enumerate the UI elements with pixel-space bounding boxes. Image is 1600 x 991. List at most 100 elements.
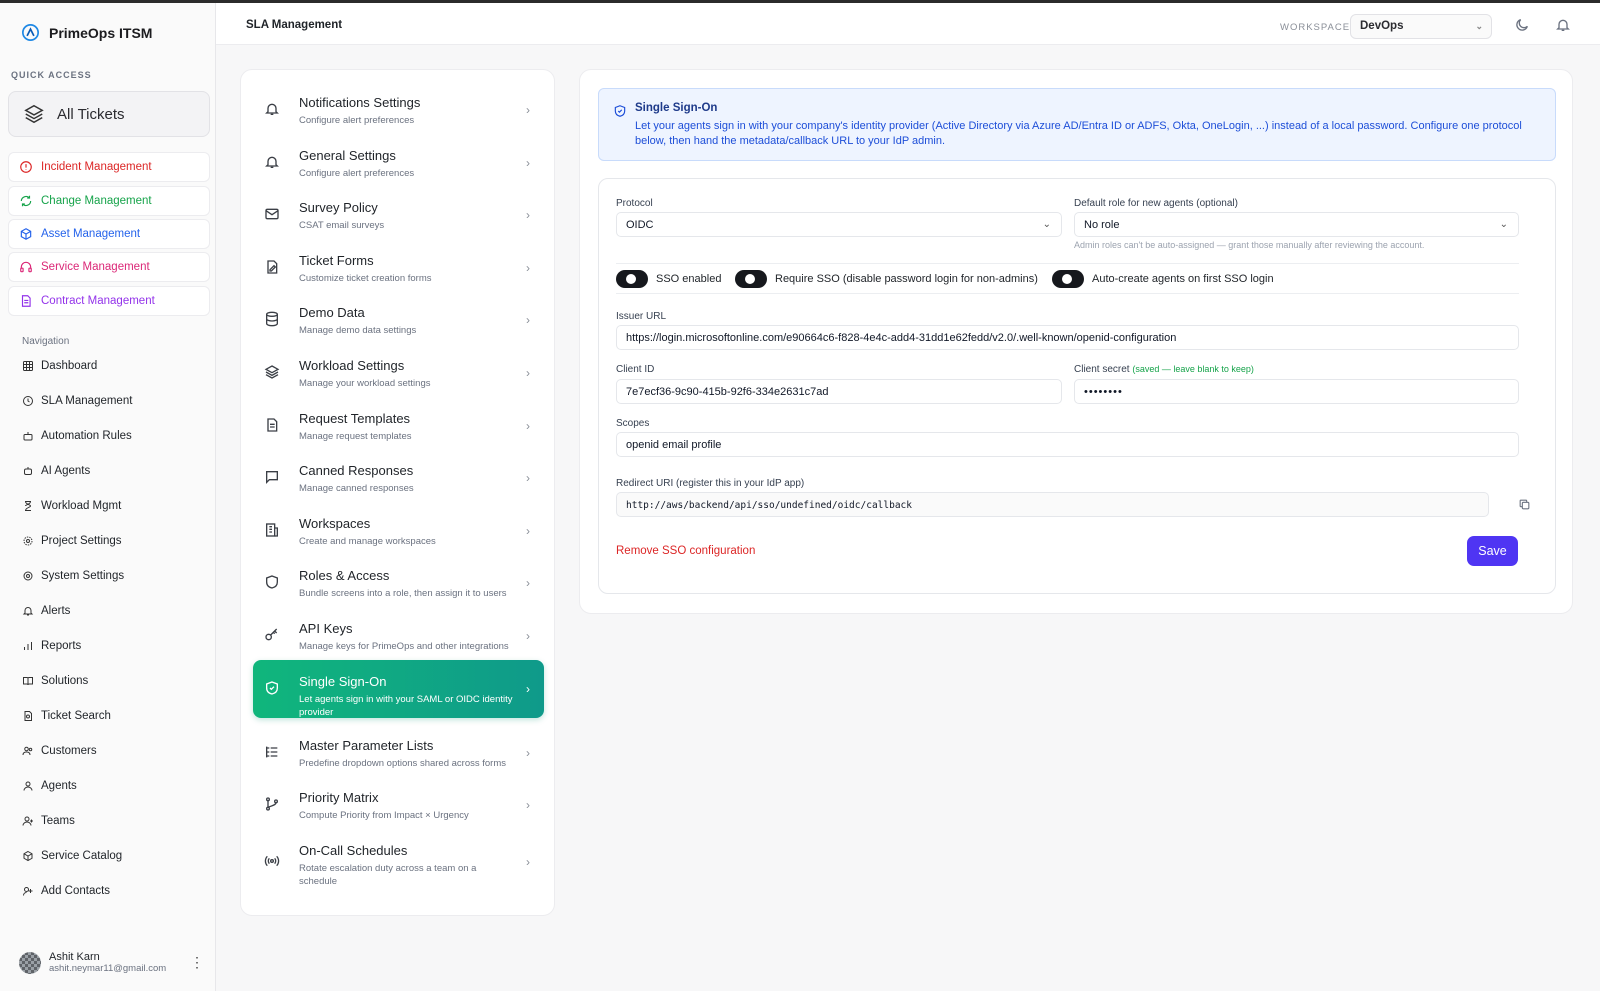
scopes-input[interactable]: openid email profile	[616, 432, 1519, 457]
menu-desc: Manage request templates	[299, 431, 412, 442]
chevron-right-icon: ›	[526, 261, 530, 275]
nav-item-label: SLA Management	[41, 395, 133, 407]
menu-canned-responses[interactable]: Canned Responses Manage canned responses…	[253, 449, 544, 507]
chevron-right-icon: ›	[526, 103, 530, 117]
quick-change-management[interactable]: Change Management	[8, 186, 210, 216]
save-button[interactable]: Save	[1467, 536, 1518, 566]
menu-master-parameter-lists[interactable]: Master Parameter Lists Predefine dropdow…	[253, 724, 544, 782]
menu-title: Notifications Settings	[299, 95, 421, 110]
menu-api-keys[interactable]: API Keys Manage keys for PrimeOps and ot…	[253, 607, 544, 665]
quick-service-management[interactable]: Service Management	[8, 252, 210, 282]
quick-item-label: Incident Management	[41, 161, 152, 173]
nav-solutions[interactable]: Solutions	[22, 675, 88, 687]
menu-desc: Manage your workload settings	[299, 378, 431, 389]
default-role-select[interactable]: No role ⌄	[1074, 212, 1519, 237]
auto-create-agents-toggle[interactable]	[1052, 270, 1084, 288]
client-secret-note: (saved — leave blank to keep)	[1132, 364, 1254, 374]
workspace-label: WORKSPACE	[1280, 22, 1351, 33]
bell-icon	[265, 156, 279, 168]
quick-incident-management[interactable]: Incident Management	[8, 152, 210, 182]
menu-workload-settings[interactable]: Workload Settings Manage your workload s…	[253, 344, 544, 402]
nav-add-contacts[interactable]: Add Contacts	[22, 885, 110, 897]
shield-check-icon	[614, 105, 626, 117]
nav-ai-agents[interactable]: AI Agents	[22, 465, 90, 477]
divider	[616, 263, 1519, 264]
menu-roles-access[interactable]: Roles & Access Bundle screens into a rol…	[253, 554, 544, 612]
nav-agents[interactable]: Agents	[22, 780, 77, 792]
nav-customers[interactable]: Customers	[22, 745, 97, 757]
divider	[616, 293, 1519, 294]
nav-dashboard[interactable]: Dashboard	[22, 360, 97, 372]
nav-reports[interactable]: Reports	[22, 640, 81, 652]
navigation-label: Navigation	[22, 336, 70, 347]
menu-desc: Customize ticket creation forms	[299, 273, 432, 284]
nav-automation-rules[interactable]: Automation Rules	[22, 430, 132, 442]
menu-title: Priority Matrix	[299, 790, 379, 805]
brand[interactable]: PrimeOps ITSM	[22, 24, 152, 41]
client-id-input[interactable]: 7e7ecf36-9c90-415b-92f6-334e2631c7ad	[616, 379, 1062, 404]
quick-contract-management[interactable]: Contract Management	[8, 286, 210, 316]
clock-icon	[23, 396, 33, 406]
menu-ticket-forms[interactable]: Ticket Forms Customize ticket creation f…	[253, 239, 544, 297]
key-icon	[265, 628, 278, 641]
bar-chart-icon	[24, 642, 32, 650]
menu-title: Request Templates	[299, 411, 411, 426]
menu-single-sign-on[interactable]: Single Sign-On Let agents sign in with y…	[253, 660, 544, 718]
require-sso-toggle[interactable]	[735, 270, 767, 288]
nav-service-catalog[interactable]: Service Catalog	[22, 850, 122, 862]
menu-survey-policy[interactable]: Survey Policy CSAT email surveys ›	[253, 186, 544, 244]
quick-item-label: Contract Management	[41, 295, 155, 307]
more-options-icon[interactable]: ⋮	[190, 954, 204, 971]
nav-item-label: Agents	[41, 780, 77, 792]
menu-priority-matrix[interactable]: Priority Matrix Compute Priority from Im…	[253, 776, 544, 834]
all-tickets-button[interactable]: All Tickets	[8, 91, 210, 137]
avatar	[19, 951, 41, 974]
file-edit-icon	[267, 260, 278, 274]
nav-system-settings[interactable]: System Settings	[22, 570, 124, 582]
nav-sla-management[interactable]: SLA Management	[22, 395, 132, 407]
user-name: Ashit Karn	[49, 951, 100, 963]
quick-item-label: Change Management	[41, 195, 152, 207]
scopes-label: Scopes	[616, 418, 650, 429]
issuer-url-input[interactable]: https://login.microsoftonline.com/e90664…	[616, 325, 1519, 350]
menu-workspaces[interactable]: Workspaces Create and manage workspaces …	[253, 502, 544, 560]
auto-create-toggle-row: Auto-create agents on first SSO login	[1052, 270, 1274, 288]
workspace-value: DevOps	[1360, 20, 1404, 32]
workspace-select[interactable]: DevOps ⌄	[1350, 14, 1492, 39]
app-frame: PrimeOps ITSM QUICK ACCESS All Tickets I…	[0, 3, 1600, 991]
bell-icon[interactable]	[1555, 17, 1571, 33]
nav-project-settings[interactable]: Project Settings	[22, 535, 122, 547]
menu-title: API Keys	[299, 621, 353, 636]
nav-workload-mgmt[interactable]: Workload Mgmt	[22, 500, 121, 512]
protocol-select[interactable]: OIDC ⌄	[616, 212, 1062, 237]
copy-icon[interactable]	[1518, 498, 1531, 511]
remove-sso-link[interactable]: Remove SSO configuration	[616, 545, 755, 557]
nav-item-label: Reports	[41, 640, 82, 652]
chevron-right-icon: ›	[526, 156, 530, 170]
menu-demo-data[interactable]: Demo Data Manage demo data settings ›	[253, 291, 544, 349]
contact-icon	[23, 887, 33, 896]
sso-enabled-toggle[interactable]	[616, 270, 648, 288]
menu-title: Roles & Access	[299, 568, 390, 583]
box-icon	[20, 228, 32, 240]
moon-icon[interactable]	[1514, 17, 1530, 33]
menu-on-call-schedules[interactable]: On-Call Schedules Rotate escalation duty…	[253, 829, 544, 893]
client-secret-input[interactable]: ••••••••	[1074, 379, 1519, 404]
redirect-uri-field[interactable]: http://aws/backend/api/sso/undefined/oid…	[616, 492, 1489, 517]
nav-alerts[interactable]: Alerts	[22, 605, 70, 617]
menu-desc: Predefine dropdown options shared across…	[299, 758, 507, 769]
sso-info-text: Let your agents sign in with your compan…	[635, 120, 1522, 147]
nav-teams[interactable]: Teams	[22, 815, 75, 827]
menu-desc: Manage canned responses	[299, 483, 414, 494]
user-profile[interactable]: Ashit Karn ashit.neymar11@gmail.com ⋮	[19, 951, 204, 974]
client-secret-label-row: Client secret (saved — leave blank to ke…	[1074, 364, 1254, 375]
menu-request-templates[interactable]: Request Templates Manage request templat…	[253, 397, 544, 455]
nav-ticket-search[interactable]: Ticket Search	[22, 710, 111, 722]
quick-asset-management[interactable]: Asset Management	[8, 219, 210, 249]
menu-notifications-settings[interactable]: Notifications Settings Configure alert p…	[253, 81, 544, 139]
quick-item-label: Service Management	[41, 261, 150, 273]
require-sso-toggle-row: Require SSO (disable password login for …	[735, 270, 1038, 288]
protocol-label: Protocol	[616, 198, 653, 209]
chevron-right-icon: ›	[526, 313, 530, 327]
menu-general-settings[interactable]: General Settings Configure alert prefere…	[253, 134, 544, 192]
